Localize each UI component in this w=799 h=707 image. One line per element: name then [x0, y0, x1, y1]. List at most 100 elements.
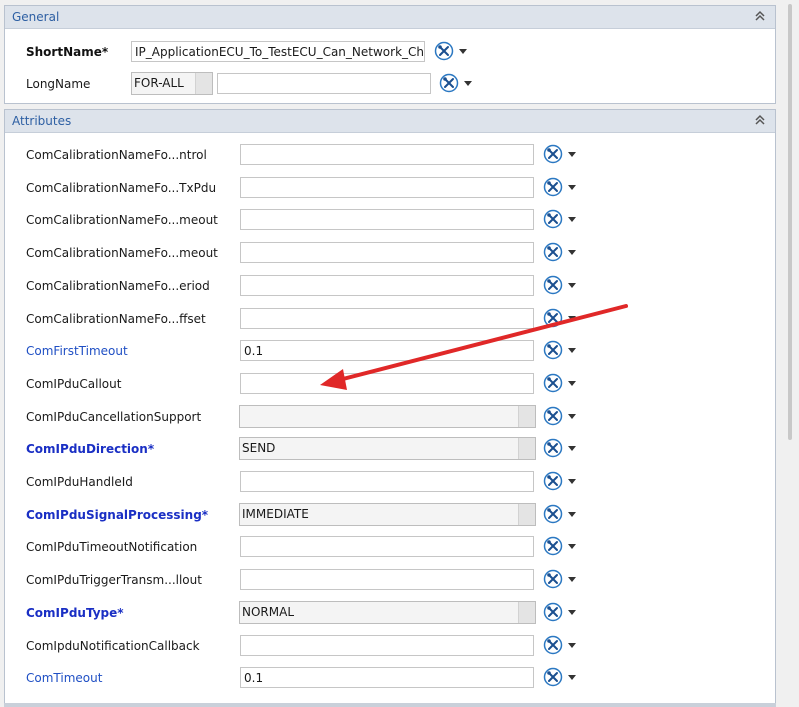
- attribute-input[interactable]: [240, 635, 534, 656]
- wrench-tools-icon[interactable]: [543, 536, 563, 556]
- dropdown-arrow-icon[interactable]: [568, 283, 576, 288]
- general-panel: General ShortName* IP_ApplicationECU_To_…: [4, 5, 776, 104]
- attribute-label: ComIpduNotificationCallback: [26, 639, 200, 653]
- wrench-tools-icon[interactable]: [434, 41, 454, 61]
- dropdown-arrow-icon[interactable]: [464, 81, 472, 86]
- attribute-input[interactable]: [240, 177, 534, 198]
- dropdown-arrow-icon[interactable]: [568, 446, 576, 451]
- attribute-select[interactable]: NORMAL: [239, 601, 536, 624]
- shortname-row: ShortName* IP_ApplicationECU_To_TestECU_…: [5, 40, 775, 64]
- attribute-row: ComIPduTriggerTransm...llout: [5, 568, 775, 592]
- attribute-label[interactable]: ComFirstTimeout: [26, 344, 128, 358]
- wrench-tools-icon[interactable]: [543, 471, 563, 491]
- general-panel-header[interactable]: General: [5, 6, 775, 29]
- wrench-tools-icon[interactable]: [543, 209, 563, 229]
- vertical-scrollbar[interactable]: [780, 0, 799, 707]
- dropdown-arrow-icon[interactable]: [568, 348, 576, 353]
- attribute-row: ComCalibrationNameFo...meout: [5, 208, 775, 232]
- attribute-input[interactable]: [240, 471, 534, 492]
- attribute-select[interactable]: IMMEDIATE: [239, 503, 536, 526]
- attributes-panel: Attributes ComCalibrationNameFo...ntrol C…: [4, 109, 776, 707]
- dropdown-arrow-icon[interactable]: [568, 152, 576, 157]
- wrench-tools-icon[interactable]: [543, 569, 563, 589]
- wrench-tools-icon[interactable]: [543, 635, 563, 655]
- attribute-input[interactable]: [240, 569, 534, 590]
- attribute-row: ComIPduSignalProcessing* IMMEDIATE: [5, 503, 775, 527]
- attribute-input[interactable]: [240, 536, 534, 557]
- attribute-row: ComIPduTimeoutNotification: [5, 535, 775, 559]
- attribute-label[interactable]: ComTimeout: [26, 671, 102, 685]
- attribute-select-dropdown[interactable]: [518, 438, 535, 459]
- wrench-tools-icon[interactable]: [543, 177, 563, 197]
- dropdown-arrow-icon[interactable]: [568, 185, 576, 190]
- wrench-tools-icon[interactable]: [543, 438, 563, 458]
- attribute-select-value: IMMEDIATE: [242, 507, 309, 521]
- dropdown-arrow-icon[interactable]: [568, 544, 576, 549]
- attribute-row: ComIPduDirection* SEND: [5, 437, 775, 461]
- dropdown-arrow-icon[interactable]: [568, 414, 576, 419]
- longname-input[interactable]: [217, 73, 431, 94]
- wrench-tools-icon[interactable]: [543, 373, 563, 393]
- attribute-select-value: NORMAL: [242, 605, 295, 619]
- attribute-row: ComCalibrationNameFo...ffset: [5, 307, 775, 331]
- dropdown-arrow-icon[interactable]: [568, 217, 576, 222]
- attribute-select-dropdown[interactable]: [518, 406, 535, 427]
- attribute-row: ComCalibrationNameFo...eriod: [5, 274, 775, 298]
- shortname-input[interactable]: IP_ApplicationECU_To_TestECU_Can_Network…: [131, 41, 425, 62]
- longname-language-value: FOR-ALL: [134, 76, 184, 90]
- attributes-panel-title: Attributes: [12, 114, 72, 128]
- wrench-tools-icon[interactable]: [439, 73, 459, 93]
- longname-language-dropdown[interactable]: [195, 73, 212, 94]
- wrench-tools-icon[interactable]: [543, 406, 563, 426]
- wrench-tools-icon[interactable]: [543, 308, 563, 328]
- attribute-row: ComIPduHandleId: [5, 470, 775, 494]
- attribute-label: ComCalibrationNameFo...meout: [26, 246, 218, 260]
- attribute-input[interactable]: [240, 209, 534, 230]
- attribute-label: ComIPduHandleId: [26, 475, 133, 489]
- attribute-row: ComTimeout 0.1: [5, 666, 775, 690]
- wrench-tools-icon[interactable]: [543, 504, 563, 524]
- dropdown-arrow-icon[interactable]: [568, 577, 576, 582]
- attributes-panel-header[interactable]: Attributes: [5, 110, 775, 133]
- attribute-select[interactable]: SEND: [239, 437, 536, 460]
- attribute-row: ComCalibrationNameFo...TxPdu: [5, 176, 775, 200]
- wrench-tools-icon[interactable]: [543, 242, 563, 262]
- attribute-select[interactable]: [239, 405, 536, 428]
- wrench-tools-icon[interactable]: [543, 667, 563, 687]
- attribute-input[interactable]: 0.1: [240, 340, 534, 361]
- dropdown-arrow-icon[interactable]: [568, 479, 576, 484]
- attribute-input[interactable]: 0.1: [240, 667, 534, 688]
- wrench-tools-icon[interactable]: [543, 340, 563, 360]
- scrollbar-thumb[interactable]: [788, 4, 792, 440]
- wrench-tools-icon[interactable]: [543, 144, 563, 164]
- bottom-panel-edge: [4, 703, 776, 707]
- double-chevron-up-icon[interactable]: [753, 9, 767, 23]
- wrench-tools-icon[interactable]: [543, 275, 563, 295]
- wrench-tools-icon[interactable]: [543, 602, 563, 622]
- dropdown-arrow-icon[interactable]: [568, 316, 576, 321]
- attribute-label: ComIPduCancellationSupport: [26, 410, 202, 424]
- dropdown-arrow-icon[interactable]: [568, 512, 576, 517]
- attribute-label: ComIPduDirection*: [26, 442, 155, 456]
- attribute-select-value: SEND: [242, 441, 276, 455]
- longname-row: LongName FOR-ALL: [5, 72, 775, 96]
- dropdown-arrow-icon[interactable]: [459, 49, 467, 54]
- dropdown-arrow-icon[interactable]: [568, 250, 576, 255]
- attribute-input[interactable]: [240, 308, 534, 329]
- attribute-label: ComIPduCallout: [26, 377, 122, 391]
- attribute-label: ComIPduType*: [26, 606, 124, 620]
- attribute-row: ComIPduType* NORMAL: [5, 601, 775, 625]
- attribute-select-dropdown[interactable]: [518, 504, 535, 525]
- dropdown-arrow-icon[interactable]: [568, 381, 576, 386]
- attribute-input[interactable]: [240, 242, 534, 263]
- longname-language-select[interactable]: FOR-ALL: [131, 72, 213, 95]
- attribute-row: ComCalibrationNameFo...meout: [5, 241, 775, 265]
- attribute-input[interactable]: [240, 275, 534, 296]
- double-chevron-up-icon[interactable]: [753, 113, 767, 127]
- attribute-input[interactable]: [240, 144, 534, 165]
- attribute-select-dropdown[interactable]: [518, 602, 535, 623]
- dropdown-arrow-icon[interactable]: [568, 643, 576, 648]
- dropdown-arrow-icon[interactable]: [568, 610, 576, 615]
- attribute-input[interactable]: [240, 373, 534, 394]
- dropdown-arrow-icon[interactable]: [568, 675, 576, 680]
